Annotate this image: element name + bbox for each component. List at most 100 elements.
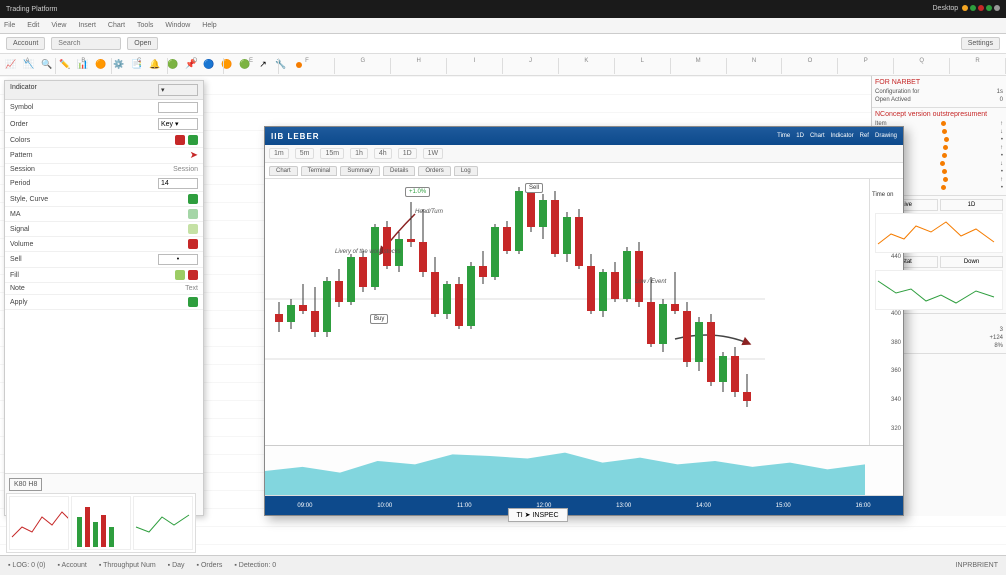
right-header-1: FOR NARBET [875, 79, 1003, 86]
chart-xaxis: 09:0010:0011:0012:0013:0014:0015:0016:00 [265, 495, 903, 515]
chart-tab[interactable]: Orders [418, 166, 450, 176]
menu-item[interactable]: Edit [27, 22, 39, 29]
status-dot [978, 5, 984, 11]
titlebar-item[interactable]: 1D [796, 133, 804, 139]
timeframe-button[interactable]: 1h [350, 148, 368, 159]
info-line: Configuration for1s [875, 88, 1003, 96]
candle [275, 179, 283, 419]
dropdown[interactable]: Key ▾ [158, 118, 198, 130]
color-swatch[interactable] [188, 270, 198, 280]
timeframe-button[interactable]: 1W [423, 148, 444, 159]
menu-item[interactable]: Tools [137, 22, 153, 29]
panel-row-label: Volume [10, 241, 185, 248]
menu-item[interactable]: Insert [78, 22, 96, 29]
timeframe-button[interactable]: 15m [320, 148, 344, 159]
col-head: O [782, 58, 838, 74]
status-right: INPRBRIENT [956, 562, 998, 569]
chart-tab[interactable]: Log [454, 166, 478, 176]
panel-row: NoteText [5, 283, 203, 295]
candle [707, 179, 715, 419]
candle [419, 179, 427, 419]
timeframe-button[interactable]: 5m [295, 148, 315, 159]
col-head: E [224, 58, 280, 74]
col-head: C [112, 58, 168, 74]
color-swatch[interactable] [188, 194, 198, 204]
panel-row: Symbol [5, 100, 203, 116]
menu-item[interactable]: Chart [108, 22, 125, 29]
panel-row-label: Note [10, 285, 182, 292]
chart-titlebar[interactable]: IIB LEBER Time1DChartIndicatorRefDrawing [265, 127, 903, 145]
panel-row-label: Order [10, 121, 155, 128]
candle [623, 179, 631, 419]
chart-toolbar: 1m 5m 15m 1h 4h 1D 1W [265, 145, 903, 163]
col-head: D [168, 58, 224, 74]
color-swatch[interactable] [175, 135, 185, 145]
chart-tab[interactable]: Chart [269, 166, 298, 176]
menu-item[interactable]: File [4, 22, 15, 29]
orange-dot-icon [941, 121, 946, 126]
menu-item[interactable]: View [51, 22, 66, 29]
annotation: Low / Event [635, 279, 666, 285]
color-swatch[interactable] [175, 270, 185, 280]
ytick: 400 [872, 311, 901, 317]
center-area: IIB LEBER Time1DChartIndicatorRefDrawing… [204, 76, 871, 516]
candle [359, 179, 367, 419]
candle [647, 179, 655, 419]
panel-row-label: Pattern [10, 152, 187, 159]
col-head: Q [894, 58, 950, 74]
ribbon-search[interactable] [51, 37, 121, 50]
sell-button[interactable]: • [158, 254, 198, 265]
candle [455, 179, 463, 419]
candle [611, 179, 619, 419]
panel-row: Fill [5, 268, 203, 283]
bottom-mini-3 [133, 496, 193, 550]
col-head: K [559, 58, 615, 74]
timeframe-button[interactable]: 1m [269, 148, 289, 159]
status-item: ▪ Orders [197, 562, 223, 569]
ribbon-open[interactable]: Open [127, 37, 158, 50]
titlebar-item[interactable]: Time [777, 133, 790, 139]
menubar: File Edit View Insert Chart Tools Window Help [0, 18, 1006, 34]
titlebar-item[interactable]: Drawing [875, 133, 897, 139]
candle [659, 179, 667, 419]
menu-item[interactable]: Help [202, 22, 216, 29]
timeframe-button[interactable]: 4h [374, 148, 392, 159]
color-swatch[interactable] [188, 239, 198, 249]
titlebar-item[interactable]: Ref [860, 133, 869, 139]
right-header-2: NConcept version outstrepresument [875, 111, 1003, 118]
chart-tab[interactable]: Terminal [301, 166, 338, 176]
candle [299, 179, 307, 419]
panel-row-label: Fill [10, 272, 172, 279]
chart-tab[interactable]: Summary [340, 166, 380, 176]
symbol-input[interactable] [158, 102, 198, 113]
mini-card-1d[interactable]: 1D [940, 199, 1003, 211]
color-swatch[interactable] [188, 297, 198, 307]
color-swatch[interactable] [188, 135, 198, 145]
candle [287, 179, 295, 419]
ribbon-account[interactable]: Account [6, 37, 45, 50]
color-swatch[interactable] [188, 224, 198, 234]
chart-plot[interactable]: +1.0%BuySellHead/Turn Livery of the work… [265, 179, 869, 445]
timeframe-button[interactable]: 1D [398, 148, 417, 159]
param-input[interactable] [158, 178, 198, 189]
ytick: 320 [872, 426, 901, 432]
arrow-icon: ➤ [190, 150, 198, 161]
menu-item[interactable]: Window [165, 22, 190, 29]
status-dot [970, 5, 976, 11]
mini-card-down[interactable]: Down [940, 256, 1003, 268]
candle [323, 179, 331, 419]
candle [431, 179, 439, 419]
chart-badge: Buy [370, 314, 388, 324]
titlebar-item[interactable]: Indicator [831, 133, 854, 139]
candle [587, 179, 595, 419]
candle [407, 179, 415, 419]
titlebar-item[interactable]: Chart [810, 133, 825, 139]
color-swatch[interactable] [188, 209, 198, 219]
candle [563, 179, 571, 419]
panel-row: OrderKey ▾ [5, 116, 203, 133]
candle [695, 179, 703, 419]
left-panel-title: Indicator [10, 84, 37, 96]
ribbon-settings[interactable]: Settings [961, 37, 1000, 50]
chart-tab[interactable]: Details [383, 166, 415, 176]
titlebar-right: Desktop [933, 5, 1001, 13]
